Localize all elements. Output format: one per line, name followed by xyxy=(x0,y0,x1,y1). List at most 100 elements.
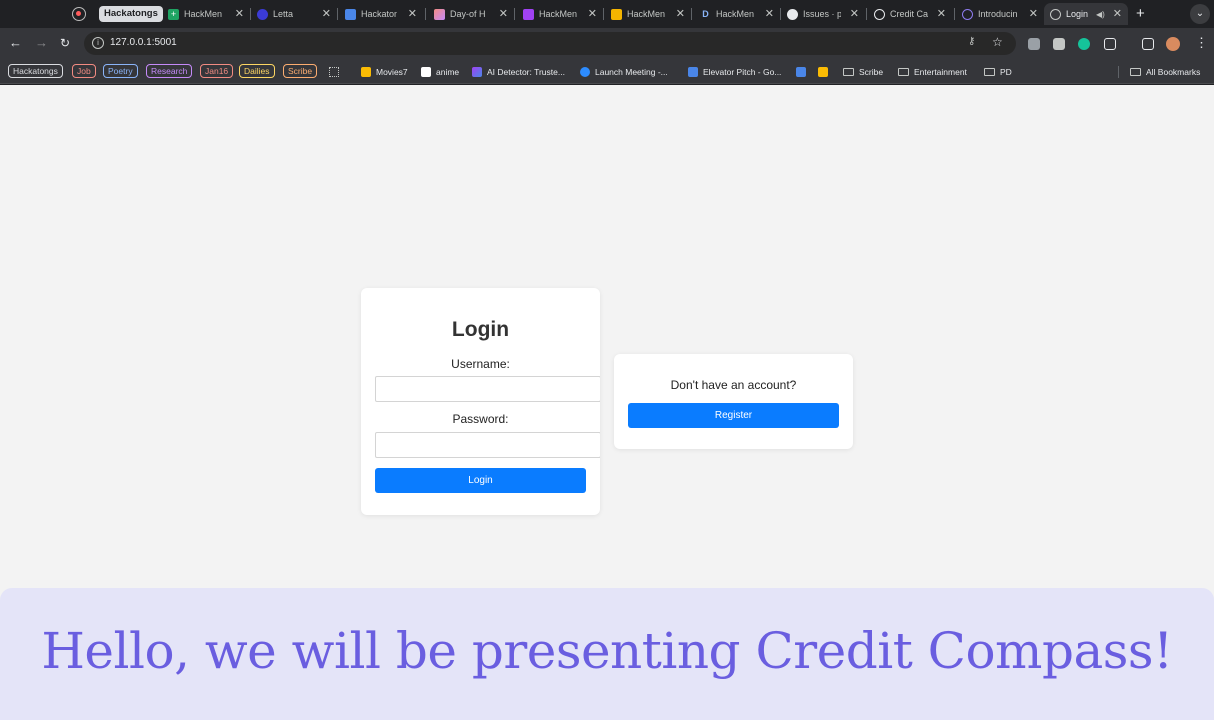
extension-icon[interactable] xyxy=(1028,38,1040,50)
bookmark-group-poetry[interactable]: Poetry xyxy=(103,64,138,78)
bookmark-group-hackatongs[interactable]: Hackatongs xyxy=(8,64,63,78)
extensions-puzzle-icon[interactable] xyxy=(1104,38,1116,50)
bookmark-launch-meeting[interactable]: Launch Meeting -... xyxy=(580,65,668,78)
reload-button[interactable]: ↻ xyxy=(60,35,70,51)
tab-label: HackMen xyxy=(716,9,754,19)
bookmark-extension[interactable] xyxy=(818,65,833,78)
all-bookmarks[interactable]: All Bookmarks xyxy=(1130,65,1200,78)
close-icon[interactable]: ✕ xyxy=(588,7,597,20)
bookmark-group-scribe[interactable]: Scribe xyxy=(283,64,318,78)
back-button[interactable]: ← xyxy=(9,35,22,51)
bookmark-movies7[interactable]: Movies7 xyxy=(361,65,408,78)
record-icon[interactable] xyxy=(72,7,86,21)
chevron-down-icon[interactable]: ⌄ xyxy=(1190,4,1210,24)
ai-detector-icon xyxy=(472,66,482,77)
tab-separator xyxy=(780,8,781,20)
tab-label: HackMen xyxy=(184,9,222,19)
register-button[interactable]: Register xyxy=(628,403,839,428)
tab-introducing[interactable]: Introducin ✕ xyxy=(962,3,1040,25)
bookmark-group-jan16[interactable]: Jan16 xyxy=(200,64,234,78)
forward-button[interactable]: → xyxy=(35,35,48,51)
screen: Hackatongs + HackMen ✕ Letta ✕ Hackaton … xyxy=(0,0,1214,720)
bookmark-calendar[interactable] xyxy=(796,65,811,78)
sheets-icon: + xyxy=(168,8,179,20)
tab-label: HackMen xyxy=(539,9,577,19)
tab-label: Issues · p xyxy=(803,9,841,19)
all-bookmarks-label: All Bookmarks xyxy=(1146,66,1201,77)
avatar[interactable] xyxy=(1166,37,1180,51)
tab-label: Hackaton xyxy=(361,9,397,19)
tab-strip: Hackatongs + HackMen ✕ Letta ✕ Hackaton … xyxy=(0,0,1214,28)
tab-separator xyxy=(514,8,515,20)
username-input[interactable] xyxy=(375,376,600,402)
tab-day-of[interactable]: Day-of H ✕ xyxy=(434,3,510,25)
password-input[interactable] xyxy=(375,432,600,458)
register-card: Don't have an account? Register xyxy=(614,354,853,449)
bookmark-icon xyxy=(818,66,828,77)
bookmark-anime[interactable]: anime xyxy=(421,65,459,78)
close-icon[interactable]: ✕ xyxy=(676,7,685,20)
tab-hackaton-docs[interactable]: Hackaton ✕ xyxy=(345,3,419,25)
close-icon[interactable]: ✕ xyxy=(499,7,508,20)
close-icon[interactable]: ✕ xyxy=(235,7,244,20)
site-info-icon[interactable]: i xyxy=(92,37,104,49)
caption-banner: Hello, we will be presenting Credit Comp… xyxy=(0,588,1214,720)
tab-hackmen-slides[interactable]: HackMen ✕ xyxy=(611,3,687,25)
tab-hackmen[interactable]: HackMen ✕ xyxy=(523,3,599,25)
key-icon[interactable]: ⚷ xyxy=(968,36,975,47)
close-icon[interactable]: ✕ xyxy=(937,7,946,20)
note-extension-icon[interactable] xyxy=(1053,38,1065,50)
zoom-icon xyxy=(580,66,590,77)
bookmark-label: anime xyxy=(436,66,460,77)
bookmark-group-label: Jan16 xyxy=(205,66,229,76)
tab-separator xyxy=(954,8,955,20)
login-button[interactable]: Login xyxy=(375,468,586,493)
bookmark-group-dailies[interactable]: Dailies xyxy=(239,64,275,78)
folder-label: Scribe xyxy=(859,66,884,77)
username-label: Username: xyxy=(451,357,510,371)
url-text: 127.0.0.1:5001 xyxy=(110,37,177,48)
speaker-icon[interactable]: ◀) xyxy=(1096,10,1105,19)
tab-group-hackatongs[interactable]: Hackatongs xyxy=(99,6,163,22)
bookmark-star-icon[interactable]: ☆ xyxy=(992,35,1003,49)
bookmark-group-research[interactable]: Research xyxy=(146,64,193,78)
tab-letta[interactable]: Letta ✕ xyxy=(257,3,333,25)
apps-grid-icon[interactable] xyxy=(329,65,339,78)
bookmark-group-label: Dailies xyxy=(244,66,270,76)
folder-scribe[interactable]: Scribe xyxy=(843,65,883,78)
address-bar[interactable]: i 127.0.0.1:5001 ⚷ ☆ xyxy=(84,32,1016,55)
close-icon[interactable]: ✕ xyxy=(850,7,859,20)
tab-credit-card[interactable]: Credit Ca ✕ xyxy=(874,3,948,25)
caption-text: Hello, we will be presenting Credit Comp… xyxy=(41,622,1173,680)
bookmark-group-job[interactable]: Job xyxy=(72,64,96,78)
bookmark-elevator-pitch[interactable]: Elevator Pitch - Go... xyxy=(688,65,781,78)
menu-icon[interactable]: ⋮ xyxy=(1195,35,1208,51)
tab-search-icon[interactable] xyxy=(1142,38,1154,50)
tab-issues[interactable]: Issues · p ✕ xyxy=(787,3,861,25)
bookmarks-divider xyxy=(1118,66,1119,78)
folder-entertainment[interactable]: Entertainment xyxy=(898,65,967,78)
tab-hackmen-sheets[interactable]: + HackMen ✕ xyxy=(168,3,246,25)
react-icon xyxy=(962,8,973,20)
tab-separator xyxy=(866,8,867,20)
close-icon[interactable]: ✕ xyxy=(408,7,417,20)
tab-separator xyxy=(691,8,692,20)
close-icon[interactable]: ✕ xyxy=(322,7,331,20)
folder-icon xyxy=(1130,67,1141,76)
bookmark-group-label: Hackatongs xyxy=(13,66,58,76)
new-tab-button[interactable]: + xyxy=(1136,5,1145,22)
play-icon xyxy=(361,66,371,77)
folder-label: Entertainment xyxy=(914,66,967,77)
close-icon[interactable]: ✕ xyxy=(1113,7,1122,20)
slides-icon xyxy=(611,8,622,20)
tab-label: Login xyxy=(1066,9,1089,19)
tab-login[interactable]: Login ◀) ✕ xyxy=(1044,3,1128,25)
tab-hackmen-d[interactable]: D HackMen ✕ xyxy=(700,3,776,25)
folder-pd[interactable]: PD xyxy=(984,65,1012,78)
bookmark-label: Movies7 xyxy=(376,66,408,77)
grammarly-icon[interactable] xyxy=(1078,38,1090,50)
folder-icon xyxy=(984,67,995,76)
close-icon[interactable]: ✕ xyxy=(1029,7,1038,20)
bookmark-ai-detector[interactable]: AI Detector: Truste... xyxy=(472,65,565,78)
close-icon[interactable]: ✕ xyxy=(765,7,774,20)
